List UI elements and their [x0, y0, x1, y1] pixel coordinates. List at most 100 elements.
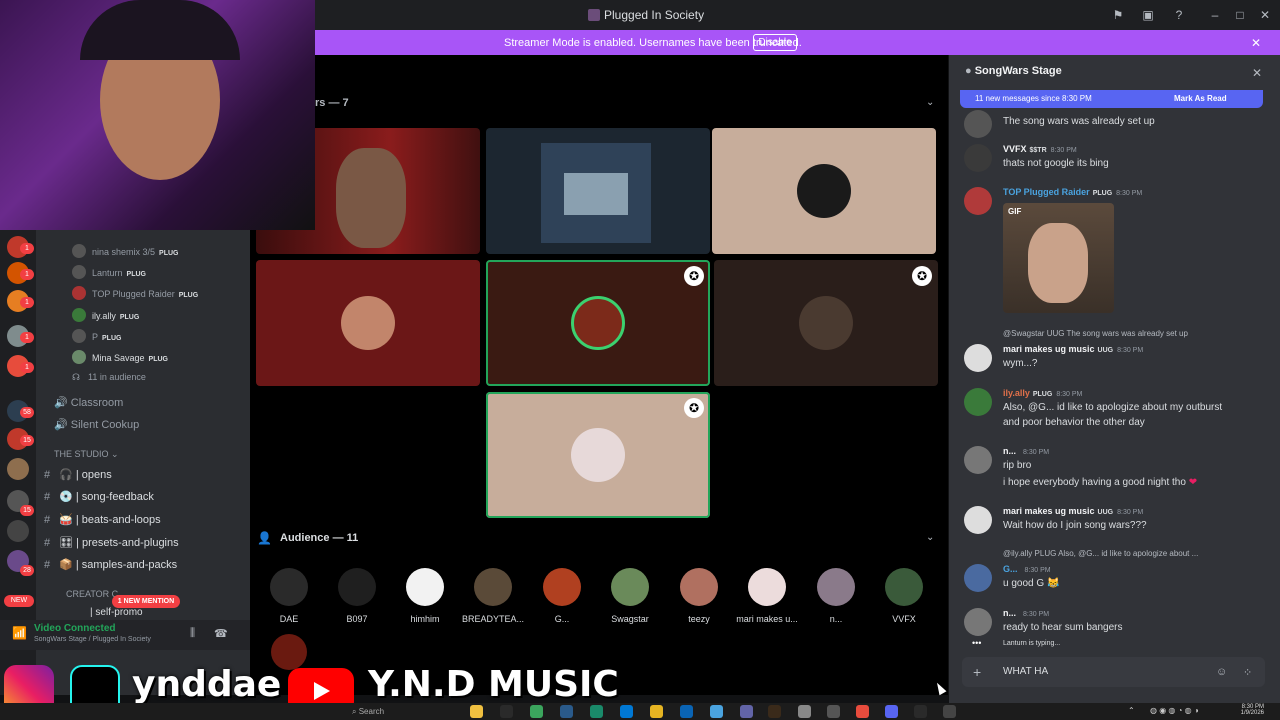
avatar[interactable]: [964, 388, 992, 416]
voice-user[interactable]: Lanturn PLUG: [72, 265, 146, 279]
audience-name: himhim: [410, 614, 440, 624]
message-author[interactable]: mari makes ug music: [1003, 506, 1095, 516]
reply-preview[interactable]: @ily.ally PLUG Also, @G... id like to ap…: [1003, 549, 1198, 558]
tray-icons[interactable]: ◍ ◉ ◍ ◔ ◍ ◑: [1150, 706, 1199, 715]
edge-icon[interactable]: [620, 705, 633, 718]
clock[interactable]: 8:30 PM 1/9/2026: [1232, 704, 1264, 716]
avatar[interactable]: [964, 564, 992, 592]
taskbar-app-icon[interactable]: [470, 705, 483, 718]
plugin-icon: 🎛: [59, 537, 77, 549]
store-icon[interactable]: [680, 705, 693, 718]
message-author[interactable]: VVFX: [1003, 144, 1027, 154]
avatar[interactable]: [964, 446, 992, 474]
speaker-tile-speaking[interactable]: ✪: [486, 392, 710, 518]
audience-member[interactable]: G...: [529, 568, 595, 624]
taskbar-search[interactable]: ⌕ Search: [352, 707, 384, 717]
disable-button[interactable]: Disable: [753, 34, 797, 51]
speaker-tile[interactable]: [256, 260, 480, 386]
taskbar-app-icon[interactable]: [530, 705, 543, 718]
close-chat-icon[interactable]: ✕: [1252, 66, 1262, 80]
laughing-emoji-icon: 😹: [1046, 578, 1060, 589]
inbox-flag-icon[interactable]: ⚑: [1110, 7, 1126, 23]
screen-icon[interactable]: ▣: [1140, 7, 1156, 23]
audience-member[interactable]: B097: [324, 568, 390, 624]
chevron-down-icon[interactable]: ⌄: [926, 532, 934, 543]
taskbar-app-icon[interactable]: [500, 705, 513, 718]
disconnect-icon[interactable]: ☎: [214, 627, 228, 640]
chevron-down-icon[interactable]: ⌄: [926, 97, 934, 108]
folder-icon[interactable]: [650, 705, 663, 718]
settings-icon[interactable]: [827, 705, 840, 718]
noise-suppression-icon[interactable]: ⫼: [190, 627, 195, 640]
text-channel-presets-and-plugins[interactable]: # 🎛 | presets-and-plugins: [44, 536, 179, 549]
text-channel-song-feedback[interactable]: # 💿 | song-feedback: [44, 490, 154, 503]
category-creator[interactable]: CREATOR C: [66, 589, 118, 599]
audience-member[interactable]: mari makes u...: [734, 568, 800, 624]
emoji-icon[interactable]: ☺: [1216, 666, 1227, 678]
avatar[interactable]: [964, 144, 992, 172]
message-author[interactable]: TOP Plugged Raider: [1003, 187, 1090, 197]
voice-connected-channel[interactable]: SongWars Stage / Plugged In Society: [34, 636, 151, 643]
message-author[interactable]: G...: [1003, 564, 1018, 574]
message-time: 8:30 PM: [1024, 567, 1051, 574]
taskbar-app-icon[interactable]: [768, 705, 781, 718]
avatar[interactable]: [964, 608, 992, 636]
text-channel-opens[interactable]: # 🎧 | opens: [44, 468, 112, 481]
audience-member[interactable]: VVFX: [871, 568, 937, 624]
voice-channel-silent-cookup[interactable]: 🔊 Silent Cookup: [54, 418, 139, 431]
text-channel-beats-and-loops[interactable]: # 🥁 | beats-and-loops: [44, 513, 161, 526]
message-author[interactable]: n...: [1003, 608, 1016, 618]
voice-user[interactable]: Mina Savage PLUG: [72, 350, 168, 364]
server-icon[interactable]: [7, 520, 29, 542]
taskbar-app-icon[interactable]: [710, 705, 723, 718]
new-mention-pill[interactable]: 1 NEW MENTION: [112, 595, 180, 608]
avatar[interactable]: [964, 344, 992, 372]
message-time: 8:30 PM: [1116, 190, 1143, 197]
gif-attachment[interactable]: GIF: [1003, 203, 1114, 313]
taskbar-app-icon[interactable]: [560, 705, 573, 718]
voice-channel-classroom[interactable]: 🔊 Classroom: [54, 396, 123, 409]
reply-preview[interactable]: @Swagstar UUG The song wars was already …: [1003, 329, 1188, 338]
add-attachment-icon[interactable]: +: [973, 664, 981, 680]
speaker-tile-speaking[interactable]: ✪: [486, 260, 710, 386]
apps-icon[interactable]: ⁘: [1243, 666, 1252, 679]
speaker-tile[interactable]: [712, 128, 936, 254]
obs-icon[interactable]: [943, 705, 956, 718]
audience-member[interactable]: DAE: [256, 568, 322, 624]
message-input[interactable]: WHAT HA: [1003, 666, 1048, 677]
audience-member[interactable]: himhim: [392, 568, 458, 624]
taskbar-app-icon[interactable]: [914, 705, 927, 718]
tray-chevron-icon[interactable]: ⌃: [1128, 706, 1135, 715]
help-icon[interactable]: ?: [1171, 7, 1187, 23]
voice-user[interactable]: nina shemix 3/5 PLUG: [72, 244, 179, 258]
text-channel-self-promo[interactable]: | self-promo: [90, 607, 143, 618]
audience-member[interactable]: n...: [803, 568, 869, 624]
banner-close-icon[interactable]: ✕: [1251, 36, 1261, 50]
message-author[interactable]: ily.ally: [1003, 388, 1030, 398]
category-the-studio[interactable]: THE STUDIO ⌄: [54, 449, 119, 460]
mark-as-read-button[interactable]: Mark As Read: [1174, 94, 1227, 103]
server-icon[interactable]: [7, 458, 29, 480]
taskbar-app-icon[interactable]: [590, 705, 603, 718]
close-window-icon[interactable]: ✕: [1257, 7, 1273, 23]
voice-user[interactable]: TOP Plugged Raider PLUG: [72, 286, 198, 300]
audience-member[interactable]: Swagstar: [597, 568, 663, 624]
speaker-tile-screenshare[interactable]: [486, 128, 710, 254]
audience-member[interactable]: teezy: [666, 568, 732, 624]
avatar[interactable]: [964, 187, 992, 215]
voice-user-name: TOP Plugged Raider: [92, 289, 175, 299]
avatar[interactable]: [964, 506, 992, 534]
message-author[interactable]: mari makes ug music: [1003, 344, 1095, 354]
message-author[interactable]: n...: [1003, 446, 1016, 456]
taskbar-app-icon[interactable]: [798, 705, 811, 718]
audience-member[interactable]: BREADYTEA...: [460, 568, 526, 624]
voice-user[interactable]: P PLUG: [72, 329, 121, 343]
speaker-tile[interactable]: ✪: [714, 260, 938, 386]
maximize-icon[interactable]: □: [1232, 7, 1248, 23]
text-channel-samples-and-packs[interactable]: # 📦 | samples-and-packs: [44, 558, 177, 571]
discord-icon[interactable]: [885, 705, 898, 718]
chrome-icon[interactable]: [856, 705, 869, 718]
minimize-icon[interactable]: –: [1207, 7, 1223, 23]
voice-user[interactable]: ily.ally PLUG: [72, 308, 139, 322]
teams-icon[interactable]: [740, 705, 753, 718]
